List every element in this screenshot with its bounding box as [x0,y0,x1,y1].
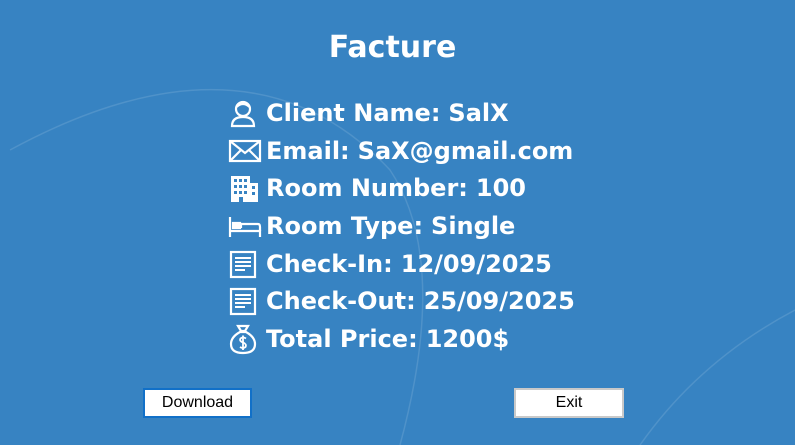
total-price-row: Total Price: 1200$ [228,320,688,358]
email-label: Email: [266,136,350,165]
room-number-label: Room Number: [266,174,468,203]
room-number-row: Room Number: 100 [228,169,688,207]
room-type-label: Room Type: [266,211,424,240]
client-name-row: Client Name: SalX [228,94,688,132]
room-number-value: 100 [475,174,526,203]
download-button[interactable]: Download [143,388,252,418]
document-icon [228,285,266,317]
envelope-icon [228,135,266,167]
total-price-label: Total Price: [266,324,418,353]
check-out-row: Check-Out: 25/09/2025 [228,282,688,320]
client-name-value: SalX [448,98,509,127]
client-name-label: Client Name: [266,98,441,127]
check-in-row: Check-In: 12/09/2025 [228,245,688,283]
email-row: Email: SaX@gmail.com [228,132,688,170]
bed-icon [228,210,266,242]
invoice-details: Client Name: SalX Email: SaX@gmail.com R… [228,94,688,358]
user-icon [228,97,266,129]
room-type-row: Room Type: Single [228,207,688,245]
room-type-value: Single [431,211,516,240]
check-out-value: 25/09/2025 [423,287,575,316]
document-icon [228,248,266,280]
check-out-label: Check-Out: [266,287,416,316]
page-title: Facture [328,30,457,65]
email-value: SaX@gmail.com [357,136,574,165]
exit-button[interactable]: Exit [514,388,624,418]
total-price-value: 1200$ [425,324,510,353]
money-bag-icon [228,323,266,355]
check-in-value: 12/09/2025 [400,249,552,278]
building-icon [228,172,266,204]
check-in-label: Check-In: [266,249,393,278]
